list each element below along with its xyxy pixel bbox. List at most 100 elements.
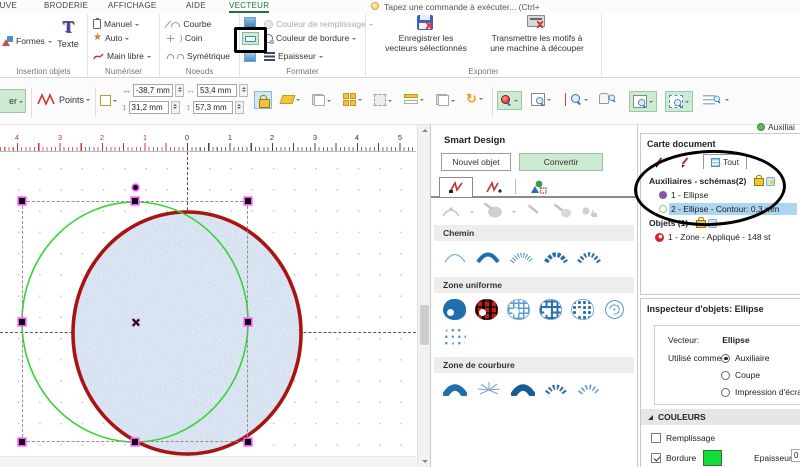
shapes-pair-icon[interactable] — [581, 204, 599, 220]
fill-plaid[interactable] — [475, 299, 498, 320]
handle-top-left[interactable] — [19, 198, 25, 204]
pos-y-input[interactable] — [129, 101, 169, 114]
overlap-button[interactable] — [312, 94, 331, 106]
rectangle-tool-button[interactable] — [242, 32, 259, 45]
radio-auxiliaire[interactable]: Auxiliaire — [721, 353, 770, 363]
rotate-button[interactable]: ↻ — [466, 92, 483, 105]
coin-button[interactable]: Coin — [167, 33, 202, 43]
convertir-button[interactable]: Convertir — [519, 153, 603, 171]
path-block-arc[interactable] — [577, 249, 601, 264]
epaisseur-button[interactable]: Epaisseur — [264, 51, 323, 61]
magic-wand-icon[interactable] — [525, 203, 543, 220]
tree-item-ellipse-2[interactable]: 2 - Ellipse - Contour: 0,3 mm — [659, 204, 779, 214]
tab-convert-shapes[interactable] — [521, 177, 555, 197]
tab-digitize-pen[interactable] — [439, 177, 473, 197]
couleur-bordure-button[interactable]: Couleur de bordure — [264, 33, 356, 43]
zoom-window-button[interactable] — [531, 93, 551, 106]
fill-gingham[interactable] — [507, 299, 530, 320]
grid-reference-button[interactable] — [100, 95, 117, 106]
handle-bottom-mid[interactable] — [132, 439, 138, 445]
handle-mid-right[interactable] — [245, 319, 251, 325]
vertical-scrollbar[interactable] — [417, 125, 430, 467]
fill-scatter[interactable] — [443, 327, 466, 348]
courbe-button[interactable]: Courbe — [167, 19, 211, 29]
arc-node-tool-icon[interactable] — [441, 204, 461, 220]
formes-button[interactable]: Formes — [2, 36, 52, 46]
scrollbar-thumb[interactable] — [420, 305, 429, 345]
tree-group-objets[interactable]: Objets (1) — [649, 218, 717, 228]
handle-top-right[interactable] — [245, 198, 251, 204]
zoom-fit-button[interactable] — [629, 91, 657, 112]
rotation-handle[interactable] — [133, 185, 138, 190]
auto-button[interactable]: ★ Auto — [93, 33, 129, 43]
zoom-scale-button[interactable] — [565, 93, 588, 106]
epaisseur-input[interactable] — [791, 449, 800, 462]
zoom-pin-button[interactable] — [497, 91, 522, 110]
tree-item-ellipse-1[interactable]: 1 - Ellipse — [659, 190, 708, 200]
couleurs-section-header[interactable]: COULEURS — [641, 409, 800, 425]
scroll-up-arrow[interactable] — [422, 129, 428, 132]
fill-checker[interactable] — [539, 299, 562, 320]
path-thick-arc[interactable] — [476, 249, 500, 264]
tab-tout[interactable]: Tout — [703, 154, 747, 169]
horizontal-scrollbar[interactable] — [0, 456, 416, 467]
partial-tool-button[interactable]: er — [0, 89, 26, 113]
width-input[interactable] — [197, 84, 237, 97]
bordure-checkbox-row[interactable]: Bordure — [651, 453, 696, 463]
tab-pen-2[interactable] — [675, 154, 695, 169]
remplissage-checkbox-row[interactable]: Remplissage — [651, 433, 715, 443]
path-thin-arc[interactable] — [443, 249, 467, 264]
pos-y-stepper[interactable] — [171, 101, 180, 114]
points-button[interactable]: Points — [37, 93, 90, 106]
tab-epreuve[interactable]: EUVE — [0, 1, 17, 10]
selection-frame-button[interactable] — [374, 94, 392, 106]
curve-dotted-arch-2[interactable] — [577, 381, 601, 396]
canvas-viewport[interactable] — [0, 152, 416, 456]
tree-group-auxiliaires[interactable]: Auxiliaires - schémas(2) — [649, 176, 775, 186]
command-search-input[interactable]: Tapez une commande à exécuter... (Ctrl+ — [384, 2, 540, 12]
height-input[interactable] — [193, 101, 233, 114]
distribute-button[interactable] — [404, 94, 424, 105]
magic-wand-ellipse-icon[interactable] — [483, 203, 503, 220]
border-square-button[interactable] — [244, 50, 256, 62]
tab-digitize-pen-dot[interactable] — [477, 177, 511, 197]
tab-pen-1[interactable] — [649, 154, 669, 169]
group-objects-button[interactable] — [436, 94, 455, 106]
pos-x-stepper[interactable] — [175, 84, 184, 97]
enregistrer-vecteurs-button[interactable]: Enregistrer les vecteurs sélectionnés — [376, 15, 476, 53]
zoom-selection-button[interactable] — [665, 91, 693, 112]
tree-item-zone-applique[interactable]: 1 - Zone - Appliqué - 148 st — [655, 232, 771, 242]
height-stepper[interactable] — [235, 101, 244, 114]
path-fringe-arc[interactable] — [509, 249, 535, 264]
align-blocks-button[interactable] — [343, 93, 362, 106]
curve-ray-arch[interactable] — [476, 381, 502, 396]
tab-broderie[interactable]: BRODERIE — [44, 1, 88, 10]
visibility-bulb-icon[interactable] — [708, 219, 717, 228]
handle-mid-left[interactable] — [19, 319, 25, 325]
scroll-down-arrow[interactable] — [422, 460, 428, 463]
curve-solid-arch-2[interactable] — [511, 381, 535, 396]
path-segment-arc[interactable] — [544, 249, 568, 264]
tab-aide[interactable]: AIDE — [186, 1, 206, 10]
radio-impression[interactable]: Impression d'écran — [721, 387, 800, 397]
couleur-remplissage-button[interactable]: Couleur de remplissage — [264, 19, 373, 29]
fill-solid[interactable] — [443, 299, 466, 320]
main-libre-button[interactable]: Main libre — [93, 51, 151, 61]
handle-bottom-right[interactable] — [245, 439, 251, 445]
fill-dots[interactable] — [571, 299, 594, 320]
fill-contour[interactable] — [603, 299, 626, 320]
texte-button[interactable]: T Texte — [52, 18, 84, 64]
handle-top-mid[interactable] — [132, 198, 138, 204]
rotate-shape-button[interactable] — [281, 95, 300, 104]
fill-square-button[interactable] — [244, 17, 256, 29]
radio-coupe[interactable]: Coupe — [721, 370, 760, 380]
manuel-button[interactable]: Manuel — [93, 19, 139, 29]
transmettre-motifs-button[interactable]: Transmettre les motifs à une machine à d… — [481, 15, 593, 53]
visibility-bulb-icon[interactable] — [766, 177, 775, 186]
curve-dotted-arch[interactable] — [544, 381, 568, 396]
lock-icon[interactable] — [696, 220, 704, 226]
tab-vecteur[interactable]: VECTEUR — [229, 1, 269, 13]
magic-wand-shape-icon[interactable] — [552, 203, 572, 220]
width-stepper[interactable] — [239, 84, 248, 97]
tab-affichage[interactable]: AFFICHAGE — [108, 1, 156, 10]
